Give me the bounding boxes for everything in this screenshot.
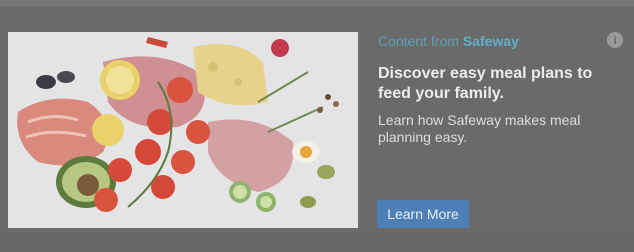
sponsor-label: Content from Safeway <box>378 33 519 49</box>
ad-bottom-border <box>0 232 634 252</box>
ad-hero-image[interactable] <box>8 32 358 228</box>
info-icon[interactable]: i <box>607 32 623 48</box>
food-illustration <box>8 32 358 228</box>
ad-unit: Content from Safeway i Discover easy mea… <box>0 0 634 252</box>
sponsor-brand[interactable]: Safeway <box>463 33 519 49</box>
ad-top-border <box>0 0 634 6</box>
ad-body-text: Learn how Safeway makes meal planning ea… <box>378 112 581 145</box>
learn-more-button[interactable]: Learn More <box>377 200 469 228</box>
sponsor-prefix: Content from <box>378 33 459 49</box>
ad-headline[interactable]: Discover easy meal plans to feed your fa… <box>378 64 614 104</box>
